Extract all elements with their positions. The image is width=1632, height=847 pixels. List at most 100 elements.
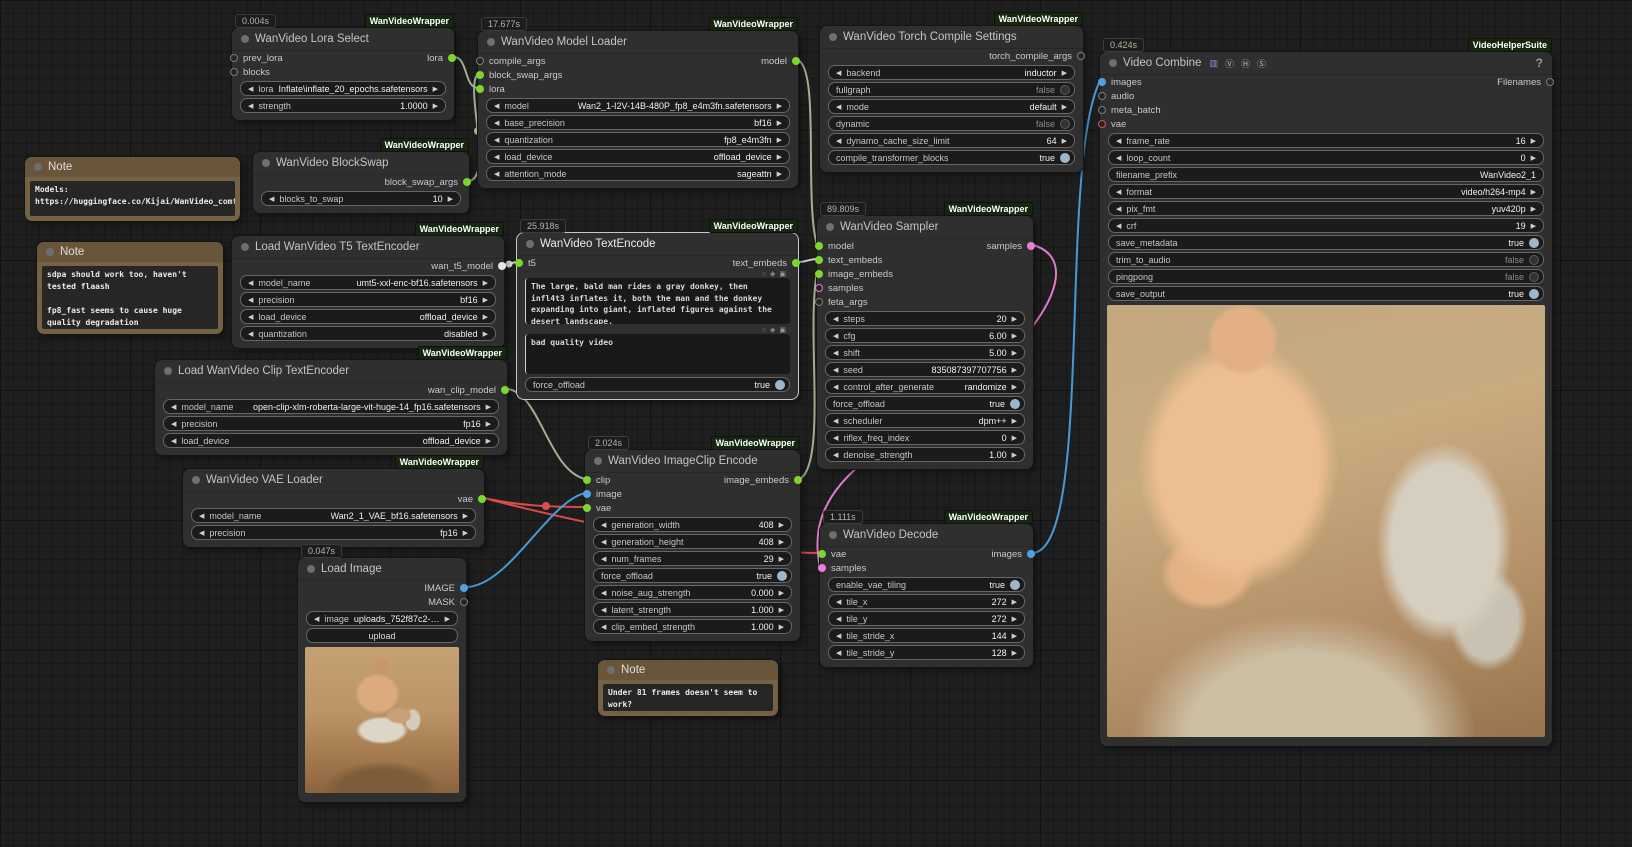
- widget-tile_x[interactable]: ◀tile_x272▶: [828, 594, 1025, 609]
- collapse-dot-icon[interactable]: [307, 565, 315, 573]
- note-attention[interactable]: Notesdpa should work too, haven't tested…: [37, 242, 223, 334]
- collapse-dot-icon[interactable]: [164, 367, 172, 375]
- decrement-arrow-icon[interactable]: ◀: [1116, 154, 1121, 162]
- decrement-arrow-icon[interactable]: ◀: [836, 103, 841, 111]
- increment-arrow-icon[interactable]: ▶: [1012, 349, 1017, 357]
- widget-frame_rate[interactable]: ◀frame_rate16▶: [1108, 133, 1544, 148]
- decrement-arrow-icon[interactable]: ◀: [833, 315, 838, 323]
- increment-arrow-icon[interactable]: ▶: [1012, 315, 1017, 323]
- wanvideo-vae-loader[interactable]: WanVideoWrapperWanVideo VAE Loadervae◀mo…: [183, 469, 484, 547]
- node-header[interactable]: WanVideo Torch Compile Settings: [820, 26, 1083, 49]
- input-block_swap_args[interactable]: block_swap_args: [476, 70, 562, 81]
- widget-lora[interactable]: ◀loraInflate\inflate_20_epochs.safetenso…: [240, 81, 446, 96]
- input-samples-port[interactable]: [818, 564, 826, 572]
- wanvideo-model-loader[interactable]: 17.677sWanVideoWrapperWanVideo Model Loa…: [478, 31, 798, 188]
- node-header[interactable]: WanVideo TextEncode: [517, 233, 798, 256]
- widget-blocks_to_swap[interactable]: ◀blocks_to_swap10▶: [261, 191, 461, 206]
- collapse-dot-icon[interactable]: [241, 243, 249, 251]
- collapse-dot-icon[interactable]: [829, 531, 837, 539]
- widget-crf[interactable]: ◀crf19▶: [1108, 218, 1544, 233]
- graph-canvas[interactable]: NoteModels: https://huggingface.co/Kijai…: [0, 0, 1632, 847]
- toggle-knob[interactable]: [1529, 289, 1539, 299]
- widget-dynamo_cache_size_limit[interactable]: ◀dynamo_cache_size_limit64▶: [828, 133, 1075, 148]
- decrement-arrow-icon[interactable]: ◀: [494, 119, 499, 127]
- widget-trim_to_audio[interactable]: trim_to_audiofalse: [1108, 252, 1544, 267]
- increment-arrow-icon[interactable]: ▶: [486, 403, 491, 411]
- output-images-port[interactable]: [1027, 550, 1035, 558]
- decrement-arrow-icon[interactable]: ◀: [171, 437, 176, 445]
- output-wan_t5_model[interactable]: wan_t5_model: [431, 261, 506, 272]
- decrement-arrow-icon[interactable]: ◀: [836, 598, 841, 606]
- input-t5-port[interactable]: [515, 259, 523, 267]
- widget-save_metadata[interactable]: save_metadatatrue: [1108, 235, 1544, 250]
- note-frames[interactable]: NoteUnder 81 frames doesn't seem to work…: [598, 660, 778, 716]
- toggle-knob[interactable]: [1529, 238, 1539, 248]
- input-vae-port[interactable]: [1098, 120, 1106, 128]
- note-header[interactable]: Note: [37, 242, 223, 262]
- input-text_embeds-port[interactable]: [815, 256, 823, 264]
- node-header[interactable]: Video Combine▥ⓋⒽⓈ?: [1100, 52, 1552, 75]
- output-block_swap_args-port[interactable]: [463, 178, 471, 186]
- output-images[interactable]: images: [991, 549, 1035, 560]
- decrement-arrow-icon[interactable]: ◀: [171, 420, 176, 428]
- increment-arrow-icon[interactable]: ▶: [483, 296, 488, 304]
- increment-arrow-icon[interactable]: ▶: [1531, 154, 1536, 162]
- node-header[interactable]: Load Image: [298, 558, 466, 581]
- output-lora-port[interactable]: [448, 54, 456, 62]
- decrement-arrow-icon[interactable]: ◀: [248, 279, 253, 287]
- widget-quantization[interactable]: ◀quantizationdisabled▶: [240, 326, 496, 341]
- input-image-port[interactable]: [583, 490, 591, 498]
- load-image[interactable]: 0.047sLoad ImageIMAGEMASK◀imageuploads_7…: [298, 558, 466, 802]
- increment-arrow-icon[interactable]: ▶: [777, 119, 782, 127]
- widget-force_offload[interactable]: force_offloadtrue: [593, 568, 792, 583]
- input-clip[interactable]: clip: [583, 475, 610, 486]
- widget-model_name[interactable]: ◀model_nameopen-clip-xlm-roberta-large-v…: [163, 399, 499, 414]
- increment-arrow-icon[interactable]: ▶: [777, 153, 782, 161]
- widget-backend[interactable]: ◀backendinductor▶: [828, 65, 1075, 80]
- widget-model_name[interactable]: ◀model_nameWan2_1_VAE_bf16.safetensors▶: [191, 508, 476, 523]
- output-MASK[interactable]: MASK: [428, 597, 468, 608]
- decrement-arrow-icon[interactable]: ◀: [601, 521, 606, 529]
- widget-image[interactable]: ◀imageuploads_752f87c2-2d...▶: [306, 611, 458, 626]
- decrement-arrow-icon[interactable]: ◀: [836, 615, 841, 623]
- increment-arrow-icon[interactable]: ▶: [1012, 598, 1017, 606]
- output-image_embeds[interactable]: image_embeds: [724, 475, 802, 486]
- toggle-knob[interactable]: [1010, 580, 1020, 590]
- decrement-arrow-icon[interactable]: ◀: [248, 85, 253, 93]
- decrement-arrow-icon[interactable]: ◀: [314, 615, 319, 623]
- output-wan_clip_model-port[interactable]: [501, 386, 509, 394]
- increment-arrow-icon[interactable]: ▶: [486, 437, 491, 445]
- widget-load_device[interactable]: ◀load_deviceoffload_device▶: [486, 149, 790, 164]
- increment-arrow-icon[interactable]: ▶: [1531, 137, 1536, 145]
- input-audio-port[interactable]: [1098, 92, 1106, 100]
- positive-prompt-textarea[interactable]: The large, bald man rides a gray donkey,…: [525, 278, 790, 324]
- input-samples[interactable]: samples: [818, 563, 866, 574]
- output-wan_t5_model-port[interactable]: [498, 262, 506, 270]
- output-vae[interactable]: vae: [458, 494, 486, 505]
- widget-riflex_freq_index[interactable]: ◀riflex_freq_index0▶: [825, 430, 1025, 445]
- toggle-knob[interactable]: [775, 380, 785, 390]
- decrement-arrow-icon[interactable]: ◀: [836, 649, 841, 657]
- widget-steps[interactable]: ◀steps20▶: [825, 311, 1025, 326]
- widget-strength[interactable]: ◀strength1.0000▶: [240, 98, 446, 113]
- wanvideo-imageclip-encode[interactable]: 2.024sWanVideoWrapperWanVideo ImageClip …: [585, 450, 800, 641]
- node-header[interactable]: WanVideo VAE Loader: [183, 469, 484, 492]
- output-MASK-port[interactable]: [460, 598, 468, 606]
- output-wan_clip_model[interactable]: wan_clip_model: [428, 385, 509, 396]
- input-vae[interactable]: vae: [818, 549, 846, 560]
- wanvideo-blockswap[interactable]: WanVideoWrapperWanVideo BlockSwapblock_s…: [253, 152, 469, 213]
- decrement-arrow-icon[interactable]: ◀: [1116, 137, 1121, 145]
- decrement-arrow-icon[interactable]: ◀: [494, 170, 499, 178]
- collapse-dot-icon[interactable]: [262, 159, 270, 167]
- output-text_embeds[interactable]: text_embeds: [733, 258, 800, 269]
- decrement-arrow-icon[interactable]: ◀: [199, 512, 204, 520]
- negative-prompt-textarea[interactable]: bad quality video: [525, 334, 790, 374]
- wanvideo-textencode[interactable]: 25.918sWanVideoWrapperWanVideo TextEncod…: [517, 233, 798, 399]
- collapse-dot-icon[interactable]: [1109, 59, 1117, 67]
- reroute-dot[interactable]: [542, 502, 550, 510]
- input-lora[interactable]: lora: [476, 84, 505, 95]
- increment-arrow-icon[interactable]: ▶: [486, 420, 491, 428]
- increment-arrow-icon[interactable]: ▶: [1012, 451, 1017, 459]
- widget-control_after_generate[interactable]: ◀control_after_generaterandomize▶: [825, 379, 1025, 394]
- increment-arrow-icon[interactable]: ▶: [1062, 103, 1067, 111]
